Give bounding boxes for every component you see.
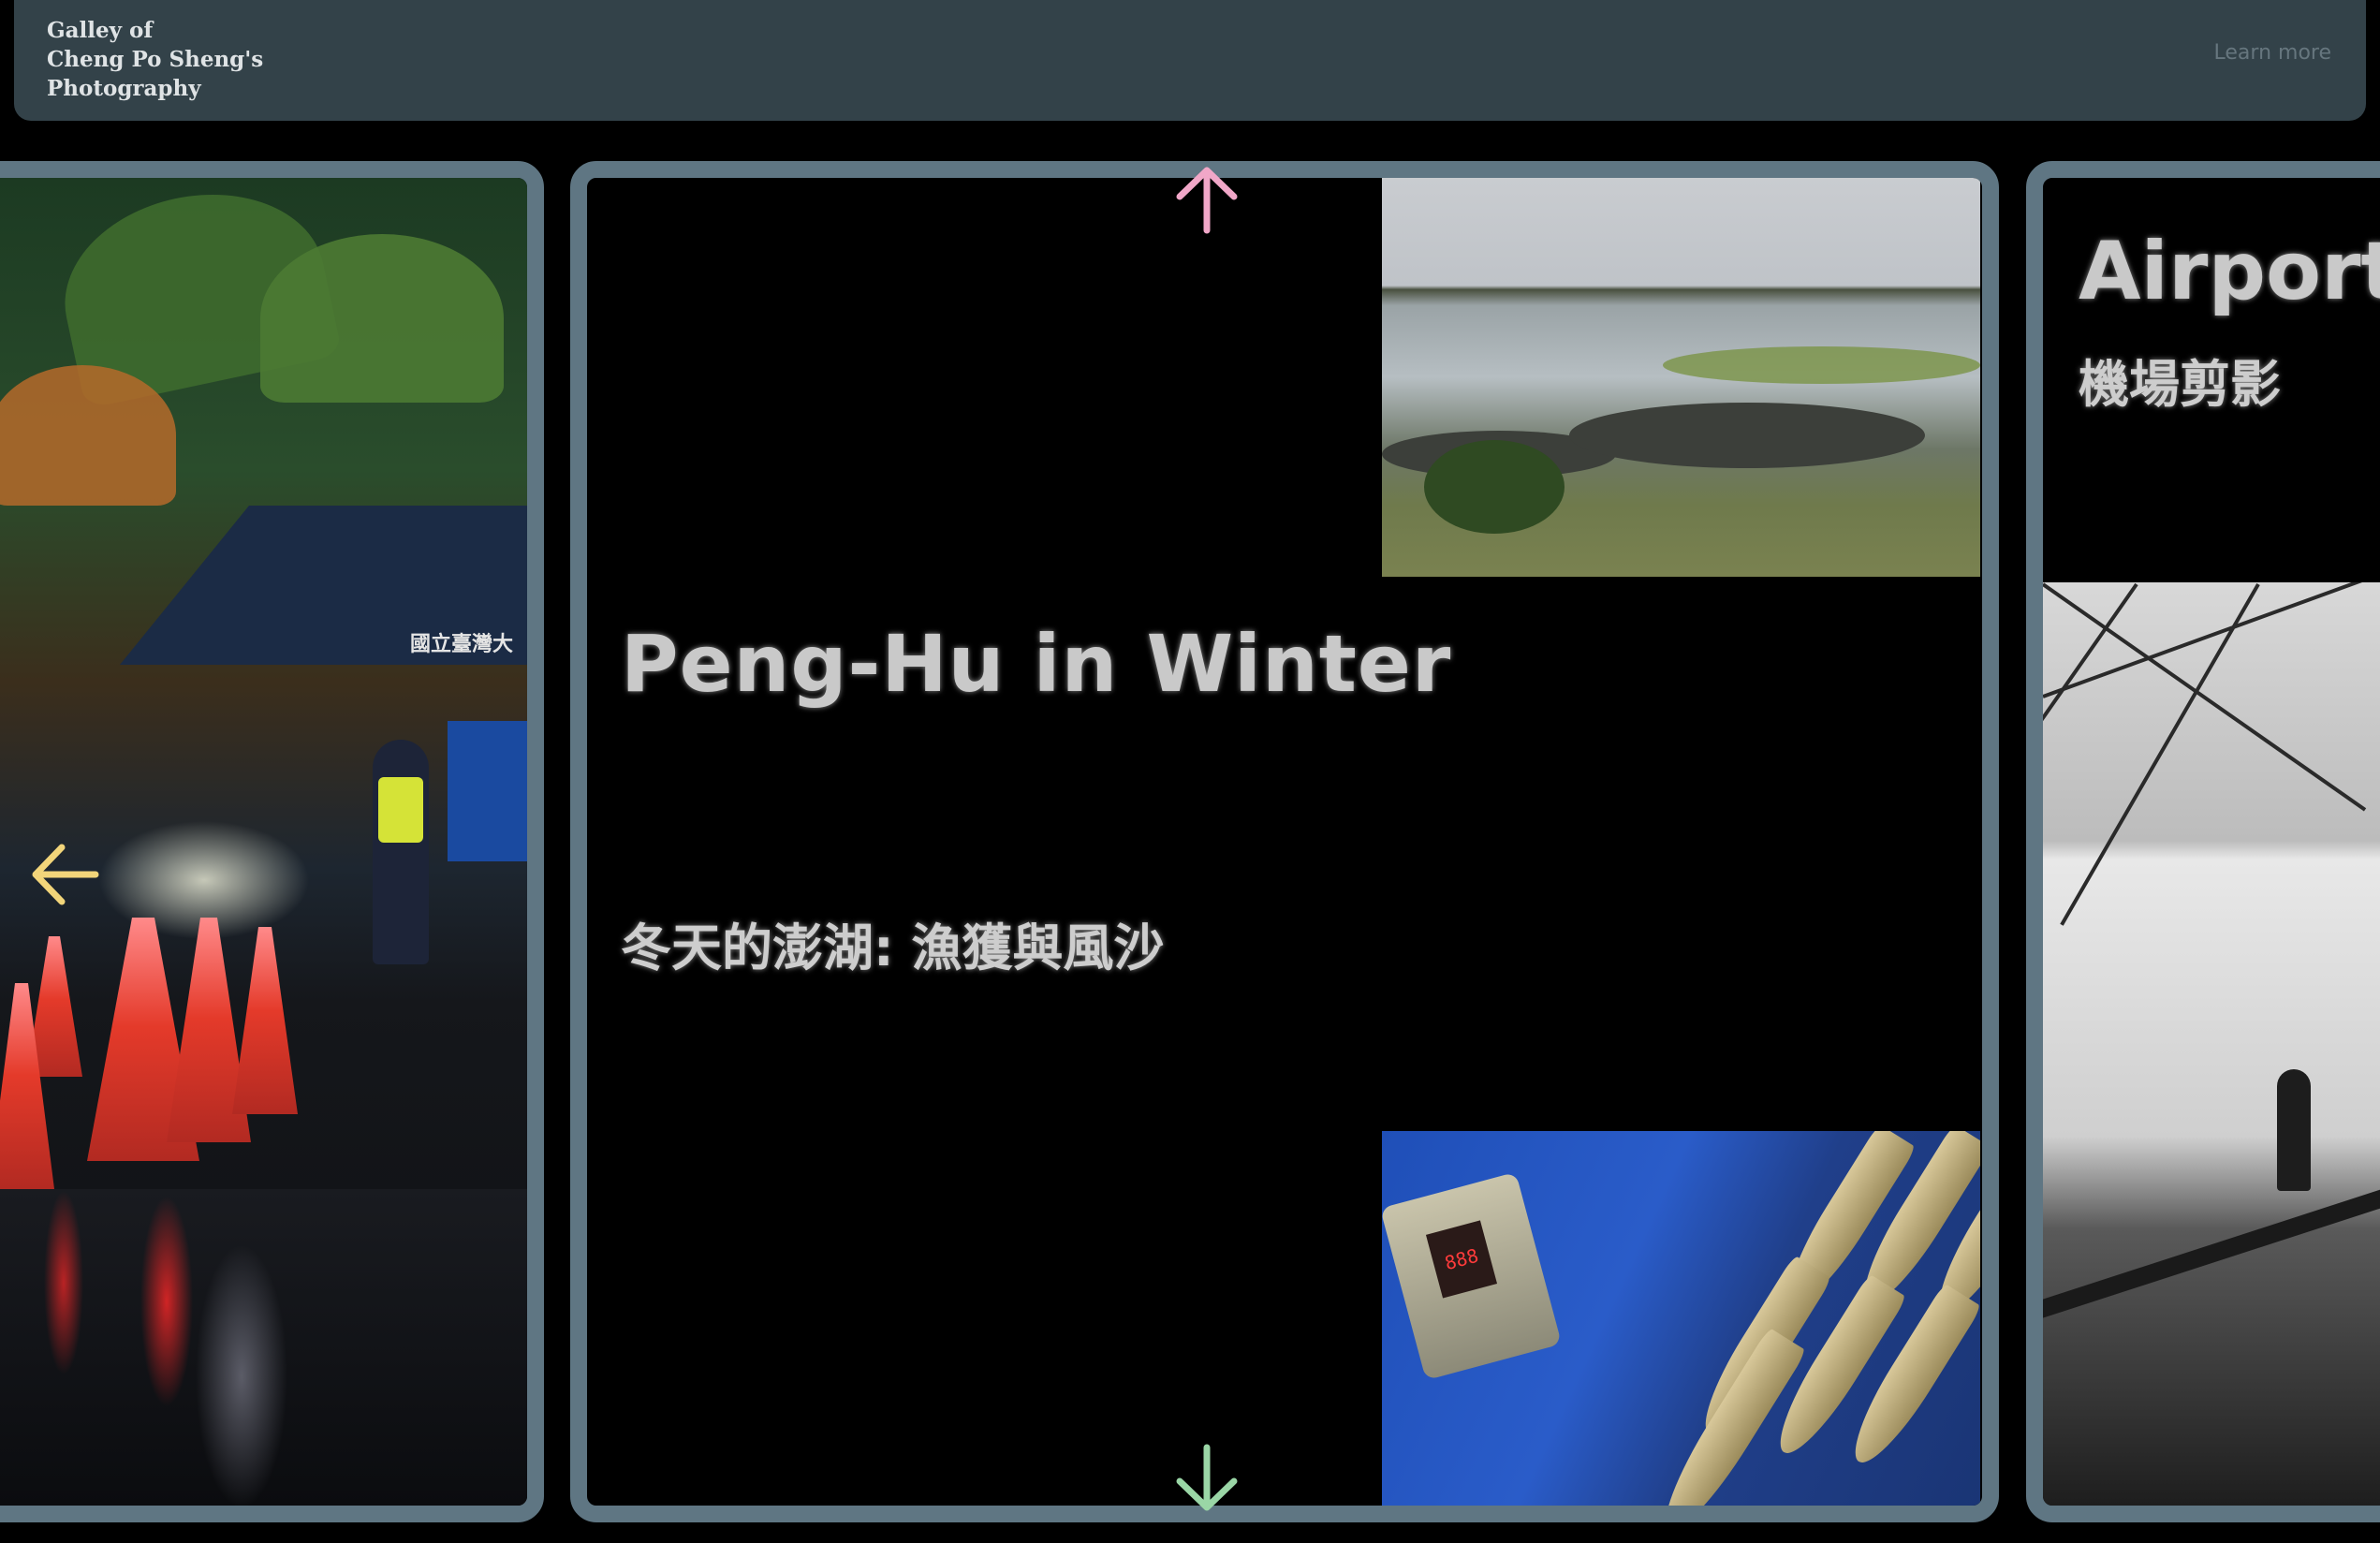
coastline-photo <box>1382 178 1980 577</box>
arrow-left-icon[interactable] <box>26 840 101 909</box>
airport-photo <box>2043 582 2380 1506</box>
site-header: Galley of Cheng Po Sheng's Photography L… <box>14 0 2366 121</box>
card-title: Peng-Hu in Winter <box>621 618 1452 710</box>
gallery-card-penghu[interactable]: Peng-Hu in Winter 冬天的澎湖: 漁獲與風沙 888 <box>570 161 1999 1522</box>
fish-market-photo: 888 <box>1382 1131 1980 1506</box>
card-title: Airport <box>2079 225 2380 318</box>
arrow-up-icon[interactable] <box>1170 161 1243 236</box>
learn-more-link[interactable]: Learn more <box>2214 41 2331 65</box>
card-subtitle: 冬天的澎湖: 漁獲與風沙 <box>621 918 1165 977</box>
card-subtitle: 機場剪影 <box>2079 355 2281 414</box>
arrow-down-icon[interactable] <box>1170 1442 1243 1517</box>
gallery-card-airport[interactable]: Airport 機場剪影 <box>2026 161 2380 1522</box>
tent-sign-text: 國立臺灣大 <box>410 633 514 656</box>
site-title: Galley of Cheng Po Sheng's Photography <box>47 18 264 101</box>
